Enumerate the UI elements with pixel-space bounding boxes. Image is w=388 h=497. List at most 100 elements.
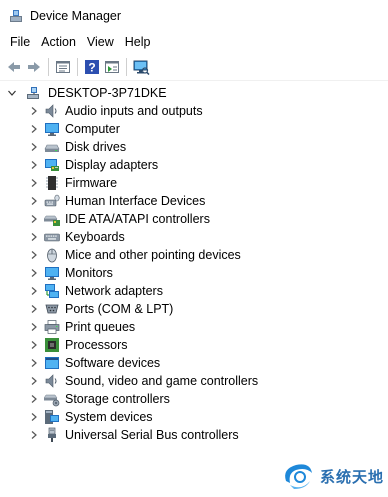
tree-item-mice[interactable]: Mice and other pointing devices [28, 246, 258, 264]
forward-arrow-icon [28, 62, 40, 72]
expand-icon[interactable] [28, 195, 40, 207]
expand-icon[interactable] [28, 429, 40, 441]
category-label: Firmware [65, 176, 118, 190]
category-label: Monitors [65, 266, 113, 280]
ide-controller-icon [44, 215, 60, 226]
category-label: Storage controllers [65, 392, 170, 406]
category-label: Universal Serial Bus controllers [65, 428, 239, 442]
watermark-logo: 系统天地 [280, 459, 384, 493]
printer-icon [44, 320, 60, 334]
expand-icon[interactable] [28, 249, 40, 261]
toolbar-separator [48, 58, 49, 76]
tree-item-ide-controllers[interactable]: IDE ATA/ATAPI controllers [28, 210, 258, 228]
tree-item-print-queues[interactable]: Print queues [28, 318, 258, 336]
scan-hardware-button[interactable] [131, 57, 151, 77]
tree-item-keyboards[interactable]: Keyboards [28, 228, 258, 246]
help-icon: ? [85, 60, 99, 75]
system-device-icon [45, 410, 59, 424]
processor-icon [45, 338, 59, 352]
expand-icon[interactable] [28, 159, 40, 171]
help-button[interactable]: ? [82, 57, 102, 77]
tree-item-ports[interactable]: Ports (COM & LPT) [28, 300, 258, 318]
menu-file[interactable]: File [0, 32, 36, 52]
mouse-icon [47, 248, 57, 263]
expand-icon[interactable] [28, 141, 40, 153]
menu-help[interactable]: Help [120, 32, 157, 52]
tree-item-storage-controllers[interactable]: Storage controllers [28, 390, 258, 408]
back-arrow-icon [8, 62, 20, 72]
network-adapter-icon [45, 284, 59, 298]
category-label: System devices [65, 410, 153, 424]
watermark-text: 系统天地 [319, 468, 384, 486]
expand-icon[interactable] [28, 303, 40, 315]
keyboard-icon [44, 233, 60, 242]
collapse-icon[interactable] [6, 87, 18, 99]
tree-item-software-devices[interactable]: Software devices [28, 354, 258, 372]
storage-controller-icon [44, 394, 60, 407]
speaker-icon [45, 374, 57, 388]
toolbar-separator [126, 58, 127, 76]
tree-item-audio-inputs[interactable]: Audio inputs and outputs [28, 102, 258, 120]
tree-item-disk-drives[interactable]: Disk drives [28, 138, 258, 156]
expand-icon[interactable] [28, 375, 40, 387]
forward-button[interactable] [24, 57, 44, 77]
expand-icon[interactable] [28, 285, 40, 297]
category-label: Disk drives [65, 140, 127, 154]
menu-action[interactable]: Action [36, 32, 82, 52]
port-icon [45, 304, 59, 314]
properties-icon [56, 61, 70, 73]
window-title: Device Manager [30, 9, 122, 23]
computer-name: DESKTOP-3P71DKE [48, 86, 167, 100]
expand-icon[interactable] [28, 357, 40, 369]
toolbar-separator [77, 58, 78, 76]
tree-root-node[interactable]: DESKTOP-3P71DKE [6, 84, 167, 102]
disk-drive-icon [44, 144, 60, 152]
device-category-list: Audio inputs and outputs Computer Disk d… [28, 102, 258, 444]
usb-icon [48, 427, 56, 442]
tree-item-human-interface-devices[interactable]: Human Interface Devices [28, 192, 258, 210]
menu-bar: File Action View Help [0, 32, 388, 52]
show-hidden-button[interactable] [102, 57, 122, 77]
tree-item-system-devices[interactable]: System devices [28, 408, 258, 426]
expand-icon[interactable] [28, 105, 40, 117]
tree-item-computer[interactable]: Computer [28, 120, 258, 138]
category-label: Software devices [65, 356, 161, 370]
device-tree[interactable]: DESKTOP-3P71DKE Audio inputs and outputs… [0, 82, 388, 497]
chip-icon [46, 176, 58, 190]
menu-view[interactable]: View [82, 32, 120, 52]
category-label: Ports (COM & LPT) [65, 302, 174, 316]
expand-icon[interactable] [28, 339, 40, 351]
expand-icon[interactable] [28, 177, 40, 189]
software-device-icon [45, 357, 59, 369]
category-label: Mice and other pointing devices [65, 248, 241, 262]
tree-item-firmware[interactable]: Firmware [28, 174, 258, 192]
back-button[interactable] [4, 57, 24, 77]
expand-icon[interactable] [28, 411, 40, 423]
properties-button[interactable] [53, 57, 73, 77]
tree-item-processors[interactable]: Processors [28, 336, 258, 354]
expand-icon[interactable] [28, 267, 40, 279]
monitor-icon [45, 123, 59, 136]
expand-icon[interactable] [28, 393, 40, 405]
tree-item-sound-video-game[interactable]: Sound, video and game controllers [28, 372, 258, 390]
category-label: Keyboards [65, 230, 125, 244]
category-label: Computer [65, 122, 120, 136]
tree-item-network-adapters[interactable]: Network adapters [28, 282, 258, 300]
expand-icon[interactable] [28, 231, 40, 243]
category-label: Processors [65, 338, 128, 352]
hid-icon [44, 194, 60, 207]
category-label: Network adapters [65, 284, 163, 298]
expand-icon[interactable] [28, 321, 40, 333]
category-label: Sound, video and game controllers [65, 374, 259, 388]
monitor-icon [45, 267, 59, 280]
tree-item-monitors[interactable]: Monitors [28, 264, 258, 282]
category-label: IDE ATA/ATAPI controllers [65, 212, 210, 226]
tree-item-display-adapters[interactable]: Display adapters [28, 156, 258, 174]
tree-item-usb-controllers[interactable]: Universal Serial Bus controllers [28, 426, 258, 444]
category-label: Audio inputs and outputs [65, 104, 203, 118]
expand-icon[interactable] [28, 123, 40, 135]
device-manager-icon [10, 10, 22, 22]
speaker-icon [45, 104, 57, 118]
expand-icon[interactable] [28, 213, 40, 225]
show-hidden-icon [105, 61, 119, 73]
